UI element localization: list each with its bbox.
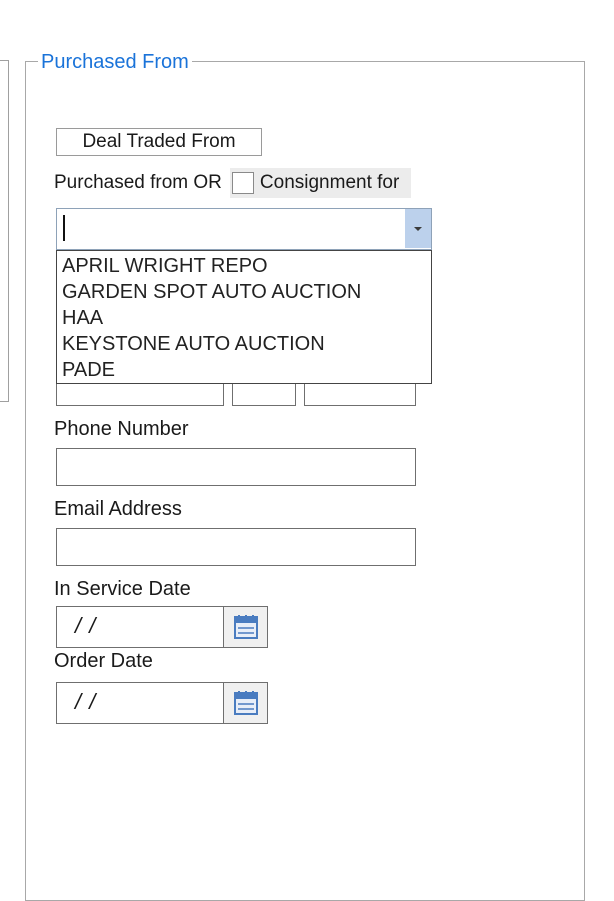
phone-field[interactable] (56, 448, 416, 486)
deal-traded-from-button[interactable]: Deal Traded From (56, 128, 262, 156)
vendor-option[interactable]: KEYSTONE AUTO AUCTION (57, 331, 431, 357)
phone-label: Phone Number (54, 418, 189, 440)
consignment-option[interactable]: Consignment for (229, 168, 412, 198)
calendar-icon[interactable] (224, 606, 268, 648)
email-field[interactable] (56, 528, 416, 566)
vendor-combobox[interactable] (56, 208, 432, 250)
calendar-icon[interactable] (224, 682, 268, 724)
purchased-from-label: Purchased from OR (54, 172, 222, 193)
chevron-down-icon[interactable] (405, 209, 431, 248)
purchased-from-row: Purchased from OR Consignment for (54, 168, 412, 198)
order-date-label: Order Date (54, 650, 153, 672)
order-date-field[interactable]: / / (56, 682, 224, 724)
vendor-option[interactable]: PADE (57, 357, 431, 383)
left-panel-frame (0, 60, 9, 402)
in-service-date-field[interactable]: / / (56, 606, 224, 648)
text-cursor (63, 215, 65, 241)
vendor-option[interactable]: GARDEN SPOT AUTO AUCTION (57, 279, 431, 305)
groupbox-title: Purchased From (38, 50, 192, 74)
vendor-dropdown-list: APRIL WRIGHT REPO GARDEN SPOT AUTO AUCTI… (56, 250, 432, 384)
consignment-label: Consignment for (259, 172, 400, 193)
in-service-date-label: In Service Date (54, 578, 191, 600)
consignment-checkbox[interactable] (231, 172, 254, 194)
email-label: Email Address (54, 498, 182, 520)
vendor-option[interactable]: APRIL WRIGHT REPO (57, 253, 431, 279)
vendor-option[interactable]: HAA (57, 305, 431, 331)
